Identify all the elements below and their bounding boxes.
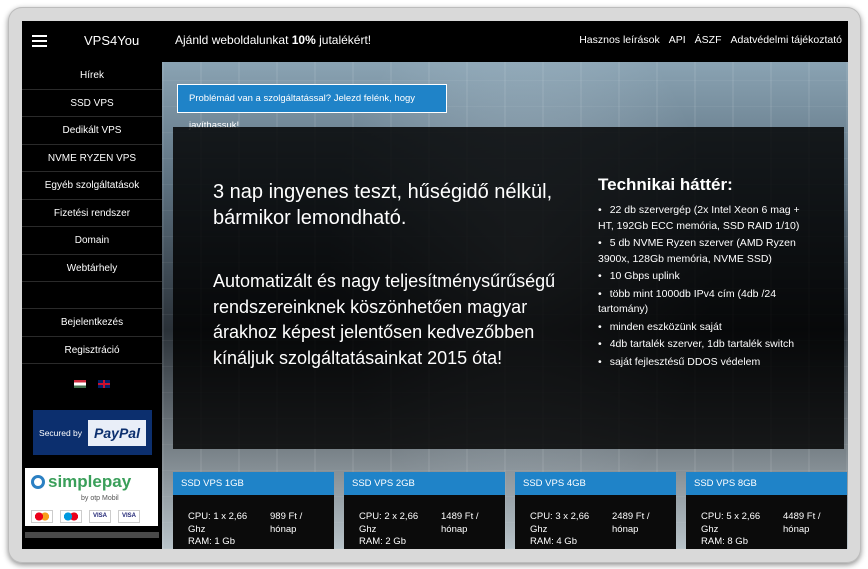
sidebar-item-payment-system[interactable]: Fizetési rendszer	[22, 200, 162, 227]
paypal-secured-label: Secured by	[39, 427, 83, 438]
tech-background-title: Technikai háttér:	[598, 175, 733, 194]
simplepay-badge: simplepay by otp Mobil VISA VISA	[25, 468, 158, 526]
product-title: SSD VPS 8GB	[686, 472, 847, 495]
visa-icon: VISA	[89, 510, 111, 523]
sidebar-item-dedicated-vps[interactable]: Dedikált VPS	[22, 117, 162, 145]
product-price: 2489 Ft / hónap	[612, 511, 650, 535]
product-ram: RAM: 2 Gb	[359, 536, 406, 547]
product-price: 989 Ft / hónap	[270, 511, 303, 535]
hero-headline: 3 nap ingyenes teszt, hűségidő nélkül, b…	[213, 181, 553, 229]
promo-suffix: jutalékért!	[315, 33, 372, 47]
hero-subline: Automatizált és nagy teljesítménysűrűség…	[213, 271, 556, 368]
browser-viewport: VPS4You Ajánld weboldalunkat 10% jutalék…	[22, 21, 848, 549]
top-bar: VPS4You Ajánld weboldalunkat 10% jutalék…	[22, 21, 848, 62]
list-item: 5 db NVME Ryzen szerver (AMD Ryzen 3900x…	[598, 236, 808, 267]
mastercard-icon	[31, 510, 53, 523]
product-title: SSD VPS 4GB	[515, 472, 676, 495]
product-title: SSD VPS 1GB	[173, 472, 334, 495]
hero-panel: 3 nap ingyenes teszt, hűségidő nélkül, b…	[173, 127, 844, 449]
product-cpu: CPU: 3 x 2,66 Ghz	[530, 511, 590, 535]
hungarian-flag-icon[interactable]	[74, 380, 86, 388]
hero-section: Problémád van a szolgáltatással? Jelezd …	[162, 62, 848, 549]
paypal-logo: PayPal	[88, 419, 146, 446]
sidebar: Hírek SSD VPS Dedikált VPS NVME RYZEN VP…	[22, 62, 162, 549]
simplepay-logo-text: simplepay	[48, 472, 132, 491]
visa-electron-icon: VISA	[118, 510, 140, 523]
list-item: 10 Gbps uplink	[598, 269, 808, 285]
simplepay-icon	[31, 475, 45, 489]
sidebar-spacer	[22, 282, 162, 309]
product-title: SSD VPS 2GB	[344, 472, 505, 495]
product-card-ssd-vps-1gb[interactable]: SSD VPS 1GB CPU: 1 x 2,66 Ghz 989 Ft / h…	[173, 472, 334, 549]
sidebar-item-login[interactable]: Bejelentkezés	[22, 309, 162, 337]
nav-terms[interactable]: ÁSZF	[695, 34, 722, 46]
product-card-ssd-vps-2gb[interactable]: SSD VPS 2GB CPU: 2 x 2,66 Ghz 1489 Ft / …	[344, 472, 505, 549]
sidebar-bottom-bar	[25, 532, 159, 538]
sidebar-item-other-services[interactable]: Egyéb szolgáltatások	[22, 172, 162, 200]
tech-list: 22 db szervergép (2x Intel Xeon 6 mag + …	[598, 203, 808, 372]
sidebar-item-register[interactable]: Regisztráció	[22, 337, 162, 364]
report-issue-button[interactable]: Problémád van a szolgáltatással? Jelezd …	[177, 84, 447, 131]
sidebar-item-domain[interactable]: Domain	[22, 227, 162, 255]
product-card-ssd-vps-8gb[interactable]: SSD VPS 8GB CPU: 5 x 2,66 Ghz 4489 Ft / …	[686, 472, 847, 549]
menu-icon[interactable]	[32, 35, 47, 47]
brand-logo[interactable]: VPS4You	[84, 33, 139, 48]
sidebar-item-webhosting[interactable]: Webtárhely	[22, 255, 162, 282]
product-cpu: CPU: 5 x 2,66 Ghz	[701, 511, 761, 535]
product-ram: RAM: 4 Gb	[530, 536, 577, 547]
product-price: 4489 Ft / hónap	[783, 511, 821, 535]
product-ram: RAM: 1 Gb	[188, 536, 235, 547]
card-logos: VISA VISA	[31, 510, 140, 523]
nav-guides[interactable]: Hasznos leírások	[579, 34, 660, 46]
sidebar-item-ssd-vps[interactable]: SSD VPS	[22, 90, 162, 117]
list-item: saját fejlesztésű DDOS védelem	[598, 355, 808, 371]
product-ram: RAM: 8 Gb	[701, 536, 748, 547]
sidebar-item-nvme-ryzen-vps[interactable]: NVME RYZEN VPS	[22, 145, 162, 172]
referral-promo[interactable]: Ajánld weboldalunkat 10% jutalékért!	[175, 33, 371, 47]
nav-api[interactable]: API	[669, 34, 686, 46]
promo-highlight: 10%	[291, 33, 316, 47]
nav-privacy[interactable]: Adatvédelmi tájékoztató	[731, 34, 842, 46]
simplepay-logo: simplepay	[31, 472, 131, 492]
top-nav: Hasznos leírások API ÁSZF Adatvédelmi tá…	[579, 34, 842, 46]
paypal-badge: Secured by PayPal	[33, 410, 152, 455]
otp-mobil-label: by otp Mobil	[81, 495, 119, 502]
product-cpu: CPU: 1 x 2,66 Ghz	[188, 511, 248, 535]
product-price: 1489 Ft / hónap	[441, 511, 479, 535]
maestro-icon	[60, 510, 82, 523]
language-switcher	[22, 364, 162, 404]
list-item: minden eszközünk saját	[598, 320, 808, 336]
list-item: 22 db szervergép (2x Intel Xeon 6 mag + …	[598, 203, 808, 234]
promo-prefix: Ajánld weboldalunkat	[175, 33, 292, 47]
sidebar-item-news[interactable]: Hírek	[22, 62, 162, 90]
english-flag-icon[interactable]	[98, 380, 110, 388]
list-item: 4db tartalék szerver, 1db tartalék switc…	[598, 337, 808, 353]
product-cpu: CPU: 2 x 2,66 Ghz	[359, 511, 419, 535]
list-item: több mint 1000db IPv4 cím (4db /24 tarto…	[598, 287, 808, 318]
product-card-ssd-vps-4gb[interactable]: SSD VPS 4GB CPU: 3 x 2,66 Ghz 2489 Ft / …	[515, 472, 676, 549]
product-cards: SSD VPS 1GB CPU: 1 x 2,66 Ghz 989 Ft / h…	[173, 472, 848, 549]
